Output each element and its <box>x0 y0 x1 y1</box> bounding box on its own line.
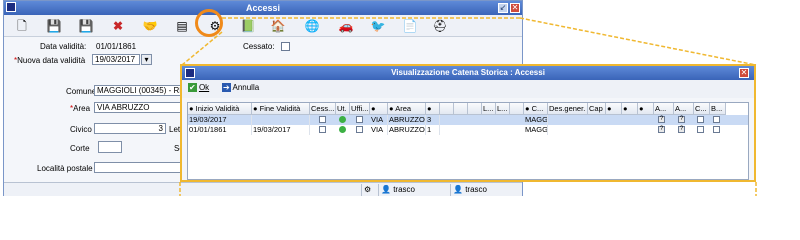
col-a1[interactable]: A... <box>654 103 674 115</box>
col-l1[interactable]: L... <box>482 103 496 115</box>
c-checkbox[interactable] <box>697 126 704 133</box>
sort-icon: ● <box>427 104 432 113</box>
cell-comune: MAGG. <box>525 125 548 135</box>
uffi-checkbox[interactable] <box>356 126 363 133</box>
status-dot-icon <box>339 126 346 133</box>
help-icon[interactable]: ? <box>658 126 665 133</box>
sort-icon: ● <box>389 104 394 113</box>
col-c[interactable]: C... <box>694 103 710 115</box>
cell-area: ABRUZZO <box>389 125 426 135</box>
sort-icon: ● <box>189 104 194 113</box>
col-13[interactable] <box>510 103 524 115</box>
sort-icon: ● <box>623 104 628 113</box>
cell-area: ABRUZZO <box>389 115 426 125</box>
help-icon[interactable]: ? <box>678 126 685 133</box>
cell-civico: 3 <box>426 115 440 125</box>
cell-area-tipo: VIA <box>370 125 388 135</box>
history-grid: ● Inizio Validità ● Fine Validità Cess..… <box>187 102 749 180</box>
check-icon: ✔ <box>188 83 197 92</box>
status-dot-icon <box>339 116 346 123</box>
col-a2[interactable]: A... <box>674 103 694 115</box>
sort-icon: ● <box>525 104 530 113</box>
col-17[interactable]: ● <box>606 103 622 115</box>
cessato-checkbox[interactable] <box>319 126 326 133</box>
cell-fine: 19/03/2017 <box>252 125 310 135</box>
uffi-checkbox[interactable] <box>356 116 363 123</box>
cell-civico: 1 <box>426 125 440 135</box>
col-18[interactable]: ● <box>622 103 638 115</box>
col-b[interactable]: B... <box>710 103 726 115</box>
col-des-gener[interactable]: Des.gener. <box>548 103 588 115</box>
help-icon[interactable]: ? <box>678 116 685 123</box>
col-l2[interactable]: L... <box>496 103 510 115</box>
col-civico[interactable]: ● <box>426 103 440 115</box>
col-area[interactable]: ● Area <box>388 103 426 115</box>
sort-icon: ● <box>371 104 376 113</box>
ok-button[interactable]: ✔ Ok <box>188 83 209 92</box>
table-row[interactable]: 01/01/1861 19/03/2017 VIA ABRUZZO 1 MAGG… <box>188 125 748 135</box>
col-19[interactable]: ● <box>638 103 654 115</box>
table-row[interactable]: 19/03/2017 VIA ABRUZZO 3 MAGG. ? ? <box>188 115 748 125</box>
annulla-button[interactable]: ➔ Annulla <box>222 83 259 92</box>
sort-icon: ● <box>253 104 258 113</box>
popup-app-icon <box>185 68 195 78</box>
col-9[interactable] <box>468 103 482 115</box>
col-fine[interactable]: ● Fine Validità <box>252 103 310 115</box>
cell-comune: MAGG. <box>525 115 548 125</box>
col-comune[interactable]: ● C... <box>524 103 548 115</box>
b-checkbox[interactable] <box>713 116 720 123</box>
col-ut[interactable]: Ut. <box>336 103 350 115</box>
popup-close-button[interactable]: ✕ <box>739 68 749 78</box>
c-checkbox[interactable] <box>697 116 704 123</box>
history-popup: Visualizzazione Catena Storica : Accessi… <box>180 64 756 182</box>
col-8[interactable] <box>454 103 468 115</box>
cessato-checkbox[interactable] <box>319 116 326 123</box>
sort-icon: ● <box>639 104 644 113</box>
col-uffi[interactable]: Uffi... <box>350 103 370 115</box>
cell-inizio: 19/03/2017 <box>188 115 252 125</box>
b-checkbox[interactable] <box>713 126 720 133</box>
col-inizio[interactable]: ● Inizio Validità <box>188 103 252 115</box>
col-cessato[interactable]: Cess... <box>310 103 336 115</box>
cell-area-tipo: VIA <box>370 115 388 125</box>
arrow-right-icon: ➔ <box>222 83 231 92</box>
popup-title: Visualizzazione Catena Storica : Accessi <box>182 66 754 80</box>
col-area-tipo[interactable]: ● <box>370 103 388 115</box>
cell-fine <box>252 115 310 125</box>
cell-inizio: 01/01/1861 <box>188 125 252 135</box>
col-cap[interactable]: Cap <box>588 103 606 115</box>
sort-icon: ● <box>607 104 612 113</box>
help-icon[interactable]: ? <box>658 116 665 123</box>
col-7[interactable] <box>440 103 454 115</box>
popup-toolbar: ✔ Ok ➔ Annulla <box>182 80 754 98</box>
